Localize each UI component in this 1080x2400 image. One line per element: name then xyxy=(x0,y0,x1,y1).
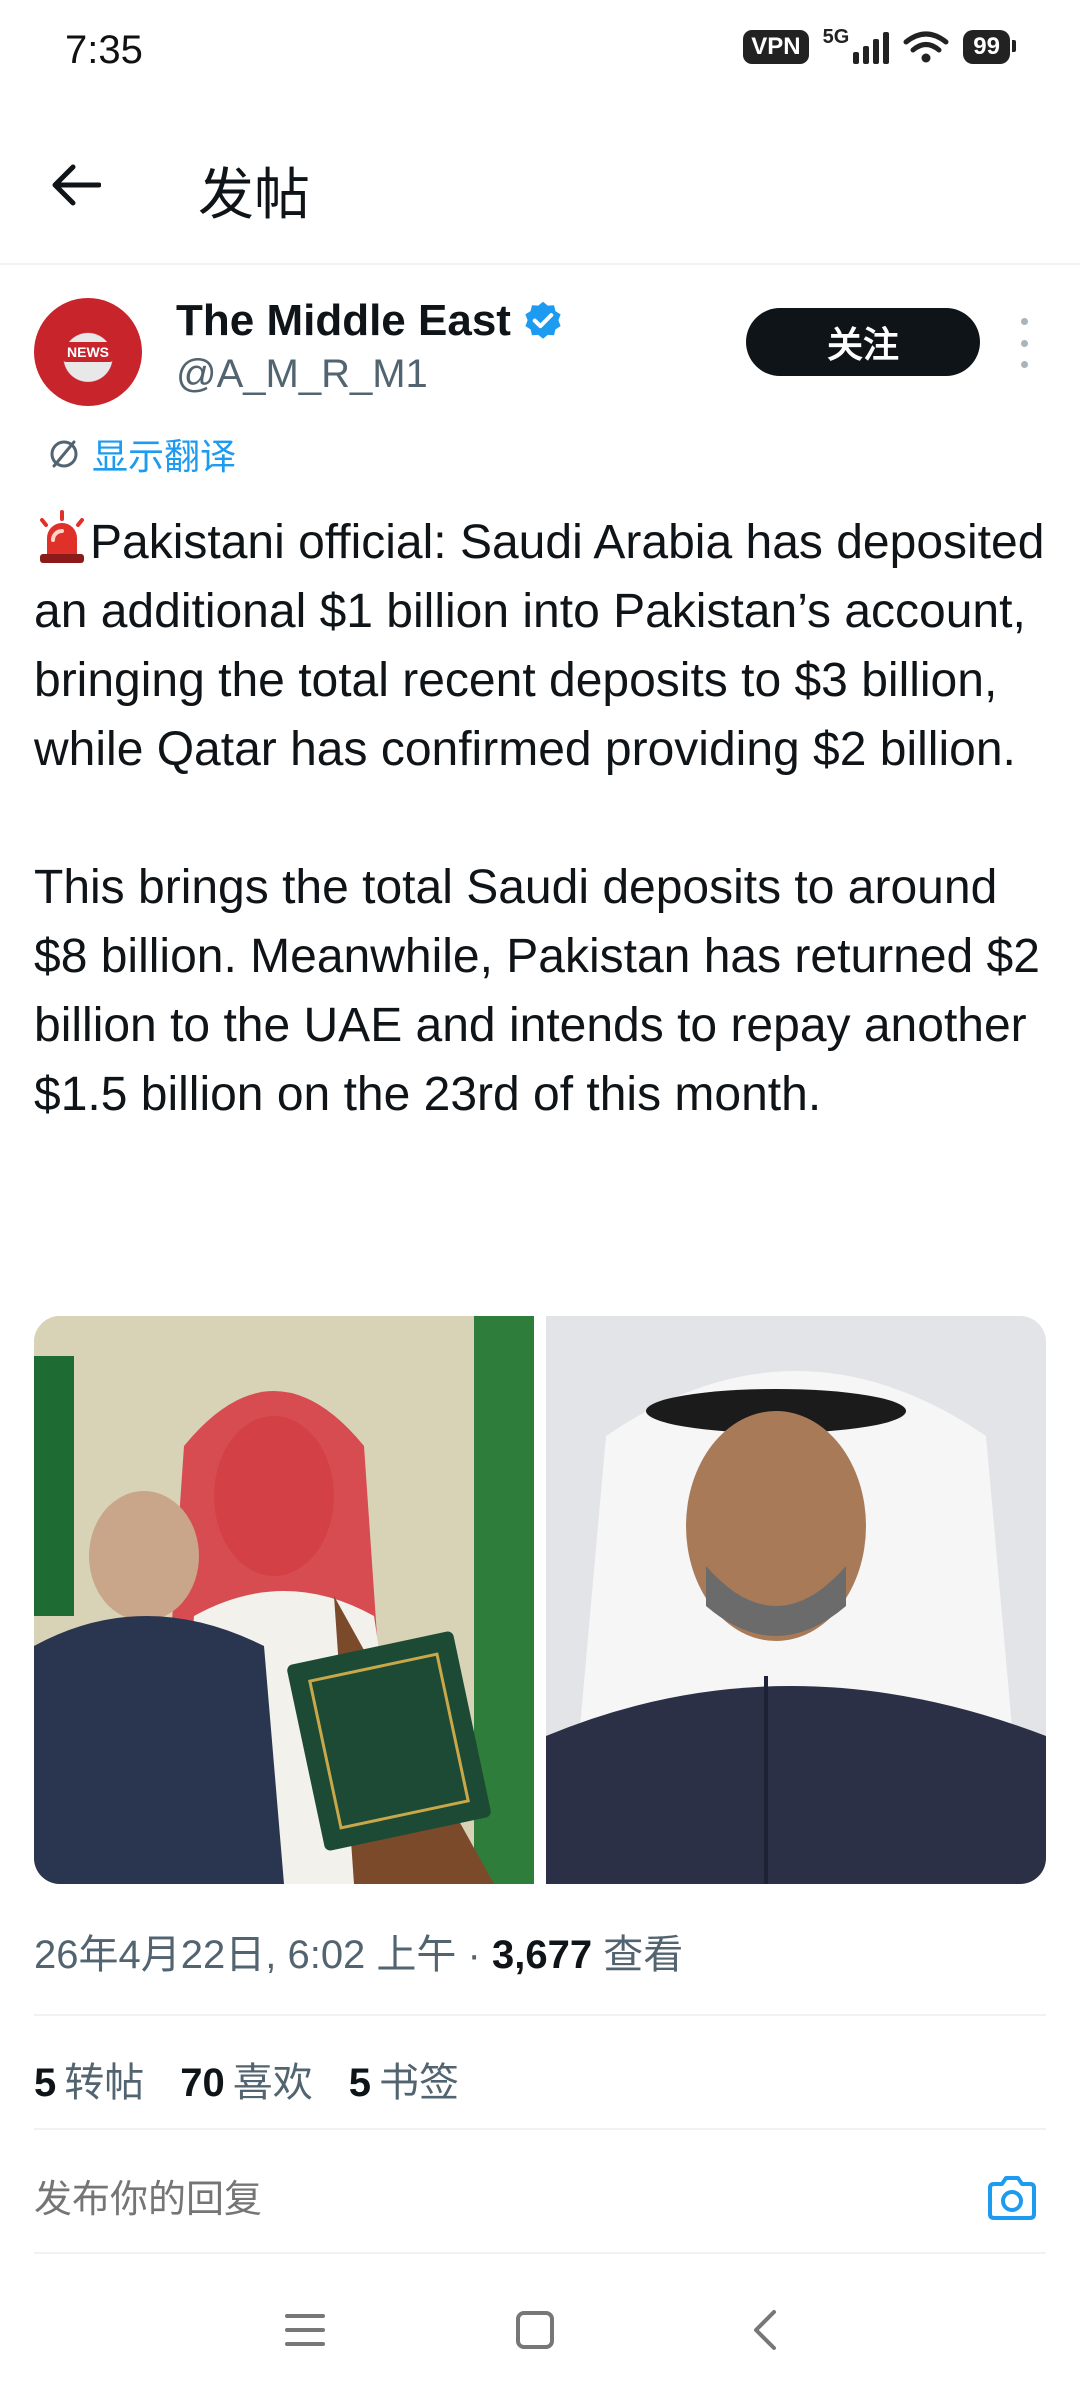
nav-back-icon xyxy=(754,2310,776,2350)
menu-icon xyxy=(285,2314,325,2346)
status-icons: VPN 5G 99 xyxy=(743,26,1016,64)
home-icon xyxy=(516,2311,554,2349)
photo-right-illustration xyxy=(546,1316,1046,1884)
verified-icon xyxy=(525,301,561,339)
stat-reposts-count: 5 xyxy=(34,2061,57,2105)
home-button[interactable] xyxy=(505,2300,565,2360)
screen: 7:35 VPN 5G 99 发帖 NEWS The Middle East @… xyxy=(0,0,1080,2400)
stat-reposts[interactable]: 5 转帖 xyxy=(34,2050,144,2108)
camera-icon[interactable] xyxy=(984,2170,1040,2226)
post-datetime: 26年4月22日, 6:02 上午 · xyxy=(34,1933,492,1977)
avatar-badge: NEWS xyxy=(63,342,113,362)
divider xyxy=(34,2128,1046,2130)
wifi-icon xyxy=(903,31,949,63)
reply-input[interactable] xyxy=(34,2168,934,2232)
translate-label: 显示翻译 xyxy=(92,436,237,477)
siren-icon xyxy=(40,510,84,563)
divider xyxy=(34,2252,1046,2254)
author-name-row[interactable]: The Middle East xyxy=(176,296,565,346)
photo-left[interactable] xyxy=(34,1316,534,1884)
post-meta: 26年4月22日, 6:02 上午 · 3,677 查看 xyxy=(34,1922,683,1980)
media-grid xyxy=(34,1316,1046,1884)
follow-button[interactable]: 关注 xyxy=(746,308,980,376)
stat-likes-label: 喜欢 xyxy=(232,2061,313,2105)
stat-bookmarks-count: 5 xyxy=(348,2061,371,2105)
system-nav-bar xyxy=(0,2260,1080,2400)
photo-left-illustration xyxy=(34,1316,534,1884)
vpn-badge: VPN xyxy=(743,30,809,64)
nav-back-button[interactable] xyxy=(735,2300,795,2360)
post-stats: 5 转帖 70 喜欢 5 书签 xyxy=(34,2050,459,2108)
post-paragraph-2: This brings the total Saudi deposits to … xyxy=(34,861,1040,1121)
post-paragraph-1: Pakistani official: Saudi Arabia has dep… xyxy=(34,508,1054,784)
stat-likes-count: 70 xyxy=(180,2061,225,2105)
stat-bookmarks[interactable]: 5 书签 xyxy=(349,2050,459,2108)
author-name: The Middle East xyxy=(176,296,511,345)
translate-link[interactable]: 显示翻译 xyxy=(46,428,236,480)
divider xyxy=(34,2014,1046,2016)
post-text-1: Pakistani official: Saudi Arabia has dep… xyxy=(34,516,1045,776)
reply-bar xyxy=(0,2140,1080,2260)
avatar[interactable]: NEWS xyxy=(34,298,142,406)
views-count: 3,677 xyxy=(491,1933,593,1977)
app-header: 发帖 xyxy=(0,100,1080,265)
status-bar: 7:35 VPN 5G 99 xyxy=(0,0,1080,100)
translate-icon xyxy=(50,440,78,468)
stat-reposts-label: 转帖 xyxy=(64,2061,145,2105)
stat-bookmarks-label: 书签 xyxy=(379,2061,459,2105)
post-body: Pakistani official: Saudi Arabia has dep… xyxy=(34,508,1054,1129)
status-time: 7:35 xyxy=(65,28,143,72)
menu-button[interactable] xyxy=(275,2300,335,2360)
back-button[interactable] xyxy=(40,150,110,220)
battery-indicator: 99 xyxy=(963,30,1016,64)
views-label: 查看 xyxy=(592,1933,684,1977)
network-type: 5G xyxy=(822,25,850,48)
author-handle[interactable]: @A_M_R_M1 xyxy=(176,352,428,397)
page-title: 发帖 xyxy=(198,163,310,226)
more-icon[interactable] xyxy=(1014,318,1034,368)
photo-right[interactable] xyxy=(546,1316,1046,1884)
signal-icon xyxy=(853,30,890,64)
stat-likes[interactable]: 70 喜欢 xyxy=(180,2050,313,2108)
back-arrow-icon xyxy=(52,164,101,206)
